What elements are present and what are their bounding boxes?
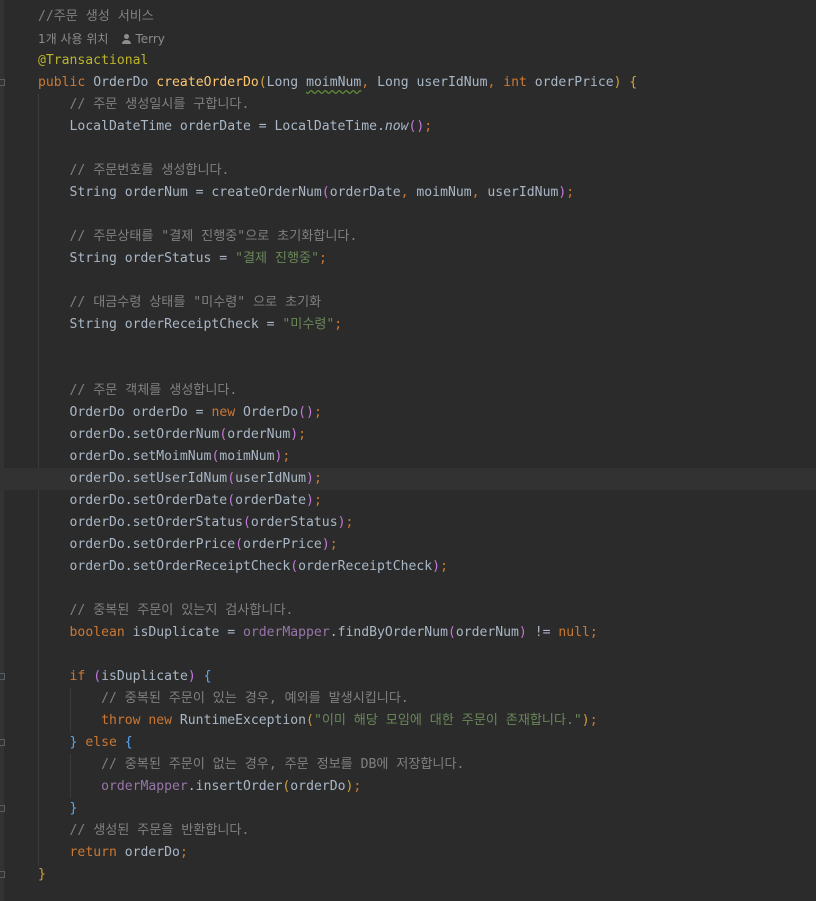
string-literal: "결제 진행중" bbox=[235, 251, 319, 266]
fold-marker-else-end[interactable] bbox=[0, 805, 5, 812]
param-type: Long bbox=[266, 75, 299, 90]
code-editor[interactable]: //주문 생성 서비스 1개 사용 위치 Terry @Transactional… bbox=[0, 0, 816, 901]
comment: // 주문번호를 생성합니다. bbox=[69, 163, 230, 178]
code-line: orderDo.setOrderReceiptCheck(orderReceip… bbox=[38, 559, 448, 574]
string-literal: "미수령" bbox=[282, 317, 335, 332]
param-name: orderPrice bbox=[534, 75, 614, 90]
comment: // 주문 생성일시를 구합니다. bbox=[69, 97, 250, 112]
code-line: String orderReceiptCheck = "미수령"; bbox=[38, 317, 343, 332]
param-name: userIdNum bbox=[416, 75, 488, 90]
code-line: // 대금수령 상태를 "미수령" 으로 초기화 bbox=[38, 292, 816, 314]
header-comment: //주문 생성 서비스 bbox=[38, 9, 154, 24]
comment: // 중복된 주문이 있는 경우, 예외를 발생시킵니다. bbox=[101, 691, 409, 706]
fold-marker-method[interactable] bbox=[0, 79, 5, 86]
code-line: String orderNum = createOrderNum(orderDa… bbox=[38, 185, 575, 200]
code-line: // 주문 생성일시를 구합니다. bbox=[38, 94, 816, 116]
code-line: } bbox=[38, 867, 46, 882]
comment: // 중복된 주문이 없는 경우, 주문 정보를 DB에 저장합니다. bbox=[101, 757, 465, 772]
comment: // 주문 객체를 생성합니다. bbox=[69, 383, 238, 398]
code-line: orderDo.setMoimNum(moimNum); bbox=[38, 449, 291, 464]
fold-marker-method-end[interactable] bbox=[0, 871, 5, 878]
fold-marker-if[interactable] bbox=[0, 673, 5, 680]
author-name: Terry bbox=[135, 32, 165, 46]
code-line: // 중복된 주문이 있는 경우, 예외를 발생시킵니다. bbox=[38, 688, 816, 710]
code-line: // 주문상태를 "결제 진행중"으로 초기화합니다. bbox=[38, 226, 816, 248]
current-line: orderDo.setUserIdNum(userIdNum); bbox=[0, 468, 816, 490]
code-area[interactable]: //주문 생성 서비스 1개 사용 위치 Terry @Transactional… bbox=[0, 6, 816, 886]
code-line: // 주문번호를 생성합니다. bbox=[38, 160, 816, 182]
code-line: LocalDateTime orderDate = LocalDateTime.… bbox=[38, 119, 433, 134]
modifier-keyword: public bbox=[38, 75, 86, 90]
param-type: int bbox=[503, 75, 527, 90]
comment: // 대금수령 상태를 "미수령" 으로 초기화 bbox=[69, 295, 322, 310]
code-line: boolean isDuplicate = orderMapper.findBy… bbox=[69, 625, 598, 640]
code-line: orderDo.setOrderPrice(orderPrice); bbox=[38, 537, 338, 552]
code-vision-hint[interactable]: 1개 사용 위치 Terry bbox=[38, 28, 816, 50]
code-line: // 중복된 주문이 없는 경우, 주문 정보를 DB에 저장합니다. bbox=[38, 754, 816, 776]
param-type: Long bbox=[377, 75, 409, 90]
usage-count[interactable]: 1개 사용 위치 bbox=[38, 32, 108, 46]
code-line: orderDo.setOrderDate(orderDate); bbox=[38, 493, 322, 508]
comment: // 중복된 주문이 있는지 검사합니다. bbox=[69, 603, 294, 618]
person-icon bbox=[122, 34, 132, 44]
code-line: String orderStatus = "결제 진행중"; bbox=[38, 251, 327, 266]
annotation: @Transactional bbox=[38, 53, 149, 68]
code-line: } else { bbox=[69, 735, 133, 750]
method-name: createOrderDo bbox=[156, 75, 259, 90]
return-type: OrderDo bbox=[93, 75, 149, 90]
code-line: // 주문 객체를 생성합니다. bbox=[38, 380, 816, 402]
code-line: } bbox=[69, 801, 78, 816]
comment: // 주문상태를 "결제 진행중"으로 초기화합니다. bbox=[69, 229, 358, 244]
code-line: orderMapper.insertOrder(orderDo); bbox=[101, 779, 362, 794]
code-line: OrderDo orderDo = new OrderDo(); bbox=[38, 405, 322, 420]
fold-marker-else[interactable] bbox=[0, 739, 5, 746]
gutter bbox=[0, 0, 4, 901]
code-line: // 생성된 주문을 반환합니다. bbox=[38, 820, 816, 842]
comment: // 생성된 주문을 반환합니다. bbox=[69, 823, 250, 838]
code-line: orderDo.setOrderNum(orderNum); bbox=[38, 427, 307, 442]
code-line: if (isDuplicate) { bbox=[69, 669, 212, 684]
code-line: orderDo.setOrderStatus(orderStatus); bbox=[38, 515, 354, 530]
method-signature: public OrderDo createOrderDo(Long moimNu… bbox=[38, 75, 638, 90]
code-line: // 중복된 주문이 있는지 검사합니다. bbox=[38, 600, 816, 622]
param-name: moimNum bbox=[306, 75, 362, 90]
code-line: return orderDo; bbox=[69, 845, 188, 860]
code-line: throw new RuntimeException("이미 해당 모임에 대한… bbox=[101, 713, 598, 728]
string-literal: "이미 해당 모임에 대한 주문이 존재합니다." bbox=[313, 713, 582, 728]
